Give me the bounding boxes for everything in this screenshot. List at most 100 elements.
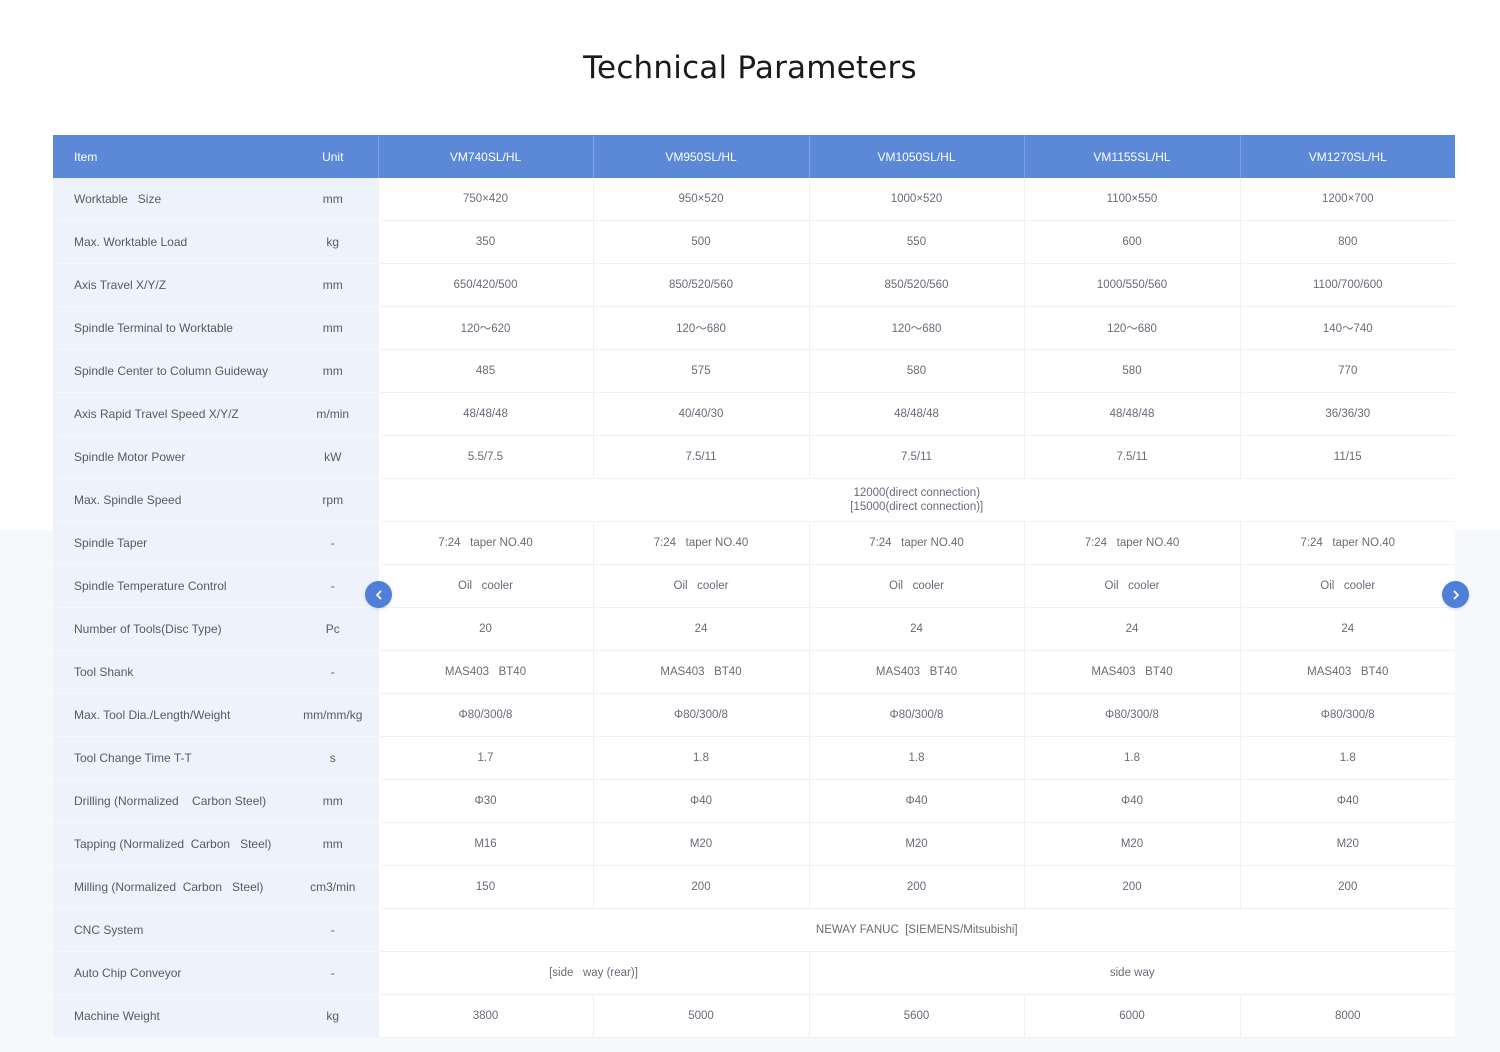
row-value: 120～680 (808, 306, 1024, 350)
row-value: 1.8 (1239, 736, 1455, 780)
row-value: M20 (592, 822, 809, 866)
row-value: Φ80/300/8 (592, 693, 809, 737)
row-value: 200 (592, 865, 809, 909)
row-value: 1000/550/560 (1023, 263, 1240, 307)
row-label: Drilling (Normalized Carbon Steel) (53, 779, 288, 823)
row-unit: mm (288, 178, 378, 221)
row-value: 580 (808, 349, 1024, 393)
table-row: Tool Change Time T-T s 1.7 1.8 1.8 1.8 1.8 (53, 736, 1455, 780)
row-label: Auto Chip Conveyor (53, 951, 288, 995)
row-value: 6000 (1023, 994, 1240, 1038)
row-value: 550 (808, 220, 1024, 264)
table-row: Worktable Size mm 750×420 950×520 1000×520 11… (53, 178, 1455, 221)
row-value: M20 (1023, 822, 1240, 866)
row-label: Max. Tool Dia./Length/Weight (53, 693, 288, 737)
row-label: Worktable Size (53, 178, 288, 221)
row-value: 8000 (1239, 994, 1455, 1038)
table-row: Auto Chip Conveyor - [side way (rear)] side… (53, 951, 1455, 995)
row-value-merged: 12000(direct connection) [15000(direct co… (377, 478, 1455, 522)
row-value: 1200×700 (1239, 178, 1455, 221)
row-value: MAS403 BT40 (808, 650, 1024, 694)
table-row: Drilling (Normalized Carbon Steel) mm Φ30 Φ… (53, 779, 1455, 823)
table-row: Number of Tools(Disc Type) Pc 20 24 24 24 24 (53, 607, 1455, 651)
row-value: 1100/700/600 (1239, 263, 1455, 307)
row-unit: mm (288, 822, 378, 866)
row-value: 800 (1239, 220, 1455, 264)
row-value: 485 (377, 349, 593, 393)
row-value: 120～620 (377, 306, 593, 350)
row-value-merged: NEWAY FANUC [SIEMENS/Mitsubishi] (377, 908, 1455, 952)
table-row: Tapping (Normalized Carbon Steel) mm M16 M2… (53, 822, 1455, 866)
row-unit: kW (288, 435, 378, 479)
row-unit: - (288, 650, 378, 694)
row-label: Milling (Normalized Carbon Steel) (53, 865, 288, 909)
table-row: Spindle Temperature Control - Oil cooler Oi… (53, 564, 1455, 608)
row-value: 580 (1023, 349, 1240, 393)
chevron-left-icon (375, 590, 381, 599)
prev-arrow-button[interactable] (365, 581, 392, 608)
row-value: Φ40 (808, 779, 1024, 823)
row-value: 770 (1239, 349, 1455, 393)
row-value: Oil cooler (1023, 564, 1240, 608)
row-value: Φ80/300/8 (808, 693, 1024, 737)
row-value: 11/15 (1239, 435, 1455, 479)
row-label: Spindle Taper (53, 521, 288, 565)
row-value: 7:24 taper NO.40 (377, 521, 593, 565)
row-value: 7.5/11 (1023, 435, 1240, 479)
row-unit: - (288, 564, 378, 608)
row-value: 650/420/500 (377, 263, 593, 307)
table-row: Axis Travel X/Y/Z mm 650/420/500 850/520/56… (53, 263, 1455, 307)
row-value: 5000 (592, 994, 809, 1038)
row-value: 7:24 taper NO.40 (1023, 521, 1240, 565)
table-row: Axis Rapid Travel Speed X/Y/Z m/min 48/48/… (53, 392, 1455, 436)
row-value: 1.7 (377, 736, 593, 780)
row-unit: kg (288, 994, 378, 1038)
row-label: Max. Spindle Speed (53, 478, 288, 522)
row-value: 48/48/48 (1023, 392, 1240, 436)
row-value: 24 (1239, 607, 1455, 651)
table-header-row: Item Unit VM740SL/HL VM950SL/HL VM1050SL… (53, 135, 1455, 178)
row-label: Machine Weight (53, 994, 288, 1038)
row-value: 950×520 (592, 178, 809, 221)
row-value: M20 (1239, 822, 1455, 866)
row-label: Spindle Center to Column Guideway (53, 349, 288, 393)
row-label: Axis Travel X/Y/Z (53, 263, 288, 307)
row-value: 350 (377, 220, 593, 264)
row-value: 7.5/11 (592, 435, 809, 479)
header-unit: Unit (288, 135, 378, 178)
table-row: Spindle Terminal to Worktable mm 120～620 12… (53, 306, 1455, 350)
row-value: 24 (592, 607, 809, 651)
chevron-right-icon (1453, 590, 1459, 599)
row-value: Oil cooler (377, 564, 593, 608)
row-unit: m/min (288, 392, 378, 436)
row-unit: Pc (288, 607, 378, 651)
row-value: 48/48/48 (808, 392, 1024, 436)
row-value: 850/520/560 (592, 263, 809, 307)
row-value: 7:24 taper NO.40 (808, 521, 1024, 565)
table-row: Tool Shank - MAS403 BT40 MAS403 BT40 MAS403 … (53, 650, 1455, 694)
row-value: Oil cooler (1239, 564, 1455, 608)
table-row: Spindle Motor Power kW 5.5/7.5 7.5/11 7.5/11… (53, 435, 1455, 479)
row-value: 20 (377, 607, 593, 651)
row-value-merged: side way (808, 951, 1455, 995)
row-label: Tool Shank (53, 650, 288, 694)
row-value: 7:24 taper NO.40 (592, 521, 809, 565)
row-value: MAS403 BT40 (1239, 650, 1455, 694)
row-label: Tapping (Normalized Carbon Steel) (53, 822, 288, 866)
row-value: Φ80/300/8 (377, 693, 593, 737)
table-row: Max. Tool Dia./Length/Weight mm/mm/kg Φ80/… (53, 693, 1455, 737)
row-value: 1000×520 (808, 178, 1024, 221)
row-value: 1.8 (1023, 736, 1240, 780)
table-row: CNC System - NEWAY FANUC [SIEMENS/Mitsubis… (53, 908, 1455, 952)
row-label: Spindle Temperature Control (53, 564, 288, 608)
row-unit: kg (288, 220, 378, 264)
header-item: Item (53, 135, 288, 178)
row-value: 1100×550 (1023, 178, 1240, 221)
next-arrow-button[interactable] (1442, 581, 1469, 608)
row-label: Max. Worktable Load (53, 220, 288, 264)
header-model: VM1155SL/HL (1023, 135, 1240, 178)
row-unit: rpm (288, 478, 378, 522)
row-value: 850/520/560 (808, 263, 1024, 307)
table-row: Spindle Taper -7:24 taper NO.40 7:24 taper… (53, 521, 1455, 565)
row-value: 500 (592, 220, 809, 264)
